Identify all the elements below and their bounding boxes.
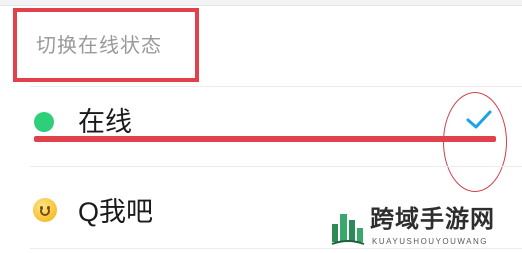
green-dot-icon bbox=[34, 112, 54, 132]
building-logo-icon bbox=[331, 214, 365, 245]
watermark: 跨域手游网 KUAYUSHOUYOUWANG bbox=[326, 206, 522, 253]
top-strip bbox=[0, 0, 522, 6]
divider bbox=[30, 166, 522, 167]
check-highlight-circle bbox=[443, 92, 507, 192]
online-highlight-underline bbox=[34, 136, 496, 142]
smiley-emoji-icon bbox=[33, 198, 57, 222]
watermark-subtitle: KUAYUSHOUYOUWANG bbox=[372, 237, 489, 246]
header-highlight-box bbox=[13, 8, 199, 82]
status-label: Q我吧 bbox=[78, 197, 154, 227]
watermark-title: 跨域手游网 bbox=[370, 206, 495, 233]
divider bbox=[30, 86, 522, 87]
